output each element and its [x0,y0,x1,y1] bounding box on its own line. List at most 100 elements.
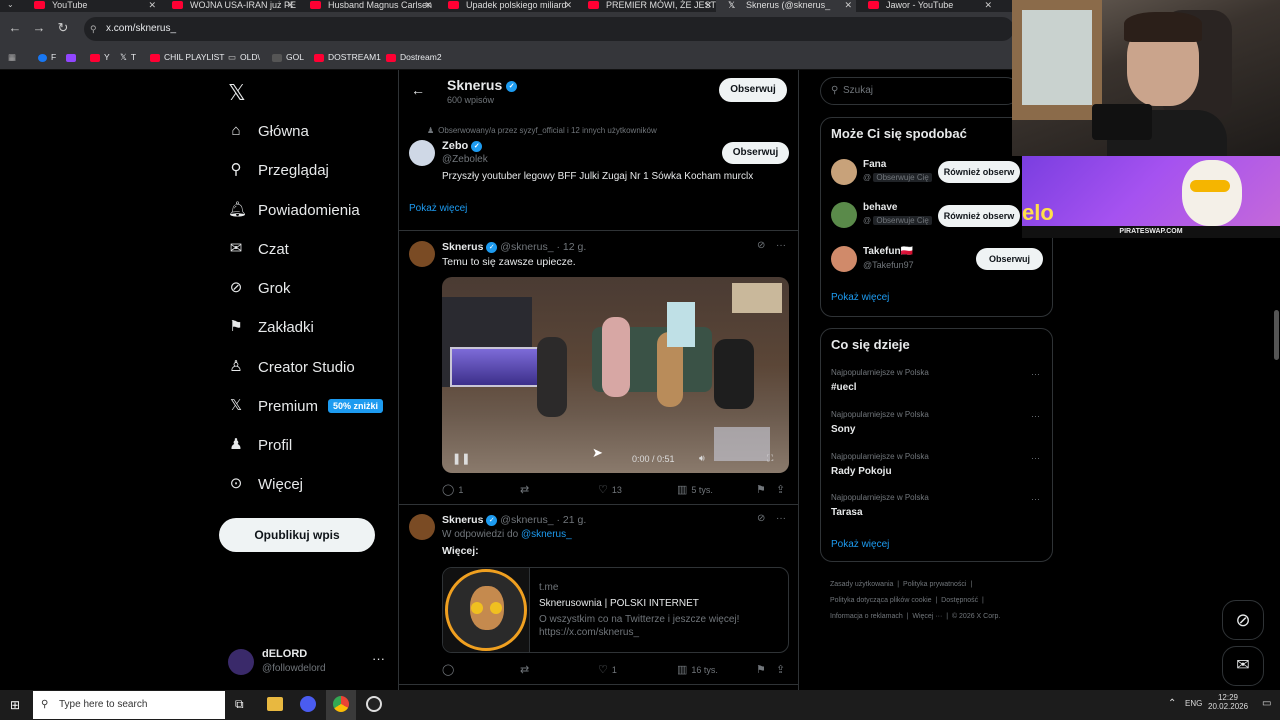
share-button[interactable]: ⇪ [776,663,789,676]
task-view-icon[interactable]: ⧉ [235,697,244,712]
mail-icon[interactable]: ✉ [1222,646,1264,686]
site-info-icon[interactable]: ⚲ [90,17,97,41]
taskbar-search[interactable]: ⚲ Type here to search [33,691,225,719]
footer-link[interactable]: Więcej ··· [912,613,942,620]
like-button[interactable]: ♡ 13 [598,483,622,496]
apps-grid-icon[interactable]: ▦ [8,52,16,63]
follow-button[interactable]: Obserwuj [719,78,787,102]
nav-more[interactable]: ⊙ Więcej [228,472,303,496]
nav-chat[interactable]: ✉ Czat [228,237,289,261]
video-player[interactable]: ❚❚ 0:00 / 0:51 🔊︎ ⛶ ➤ [442,277,789,473]
language-indicator[interactable]: ENG [1185,699,1202,708]
discord-icon[interactable] [300,696,316,712]
close-icon[interactable]: ✕ [704,0,712,10]
link-card[interactable]: t.me Sknerusownia | POLSKI INTERNET O ws… [442,567,789,653]
account-switcher[interactable]: dELORD @followdelord ··· [228,647,398,679]
nav-profile[interactable]: ♟ Profil [228,433,292,457]
obs-icon[interactable] [366,696,382,712]
close-icon[interactable]: ✕ [984,0,992,10]
like-button[interactable]: ♡ 1 [598,663,617,676]
avatar[interactable] [409,514,435,540]
reload-icon[interactable]: ↻ [54,20,72,36]
close-icon[interactable]: ✕ [424,0,432,10]
grok-icon[interactable]: ⊘ [757,513,765,524]
bookmark-item[interactable]: F [38,52,56,62]
more-dots-icon[interactable]: ··· [1031,453,1040,463]
page-scrollbar[interactable] [1274,310,1279,360]
browser-tab-active[interactable]: 𝕏 Sknerus (@sknerus_ ✕ [716,0,856,12]
close-icon[interactable]: ✕ [286,0,294,10]
nav-notifications[interactable]: 🔔︎ Powiadomienia [228,198,360,222]
taskbar-active-app[interactable] [326,690,356,720]
trend-item[interactable]: Najpopularniejsze w Polska Tarasa ··· [831,493,1041,521]
bookmark-item[interactable]: Y [90,52,110,62]
follow-back-button[interactable]: Również obserw [938,161,1020,183]
nav-grok[interactable]: ⊘ Grok [228,276,291,300]
search-box[interactable]: ⚲ Szukaj [820,77,1020,105]
views-button[interactable]: ▥ 16 tys. [677,663,718,676]
close-icon[interactable]: ✕ [844,0,852,10]
tab-search-button[interactable]: ⌄ [0,0,22,12]
browser-tab[interactable]: Upadek polskiego miliard ✕ [436,0,576,12]
close-icon[interactable]: ✕ [564,0,572,10]
avatar[interactable] [409,241,435,267]
follow-button[interactable]: Obserwuj [722,142,789,164]
windows-start-icon[interactable]: ⊞ [10,698,20,712]
suggested-user-name[interactable]: Zebo ✓ [442,140,483,152]
browser-tab[interactable]: Husband Magnus Carlsen ✕ [298,0,436,12]
footer-link[interactable]: Dostępność [941,597,978,604]
nav-explore[interactable]: ⚲ Przeglądaj [228,158,329,182]
trend-item[interactable]: Najpopularniejsze w Polska #uecl ··· [831,368,1041,396]
footer-link[interactable]: Polityka dotycząca plików cookie [830,597,932,604]
reply-to-link[interactable]: @sknerus_ [521,529,572,540]
reply-button[interactable]: ◯ 1 [442,483,463,496]
grok-icon[interactable]: ⊘ [1222,600,1264,640]
bookmark-item[interactable]: DOSTREAM1 [314,52,381,62]
browser-tab[interactable]: PREMIER MÓWI, ŻE JEST ✕ [576,0,716,12]
volume-icon[interactable]: 🔊︎ [699,453,705,464]
views-button[interactable]: ▥ 5 tys. [677,483,713,496]
post-button[interactable]: Opublikuj wpis [219,518,375,552]
more-dots-icon[interactable]: ··· [1031,494,1040,504]
close-icon[interactable]: ✕ [148,0,156,10]
bookmark-button[interactable]: ⚑ [756,483,770,496]
share-button[interactable]: ⇪ [776,483,789,496]
trend-item[interactable]: Najpopularniejsze w Polska Rady Pokoju ·… [831,452,1041,480]
url-field[interactable]: ⚲ x.com/sknerus_ [84,17,1014,41]
footer-link[interactable]: Informacja o reklamach [830,613,903,620]
browser-tab[interactable]: WOJNA USA-IRAN już PE ✕ [160,0,298,12]
footer-link[interactable]: Zasady użytkowania [830,581,893,588]
back-arrow-icon[interactable]: ← [411,82,425,98]
reply-button[interactable]: ◯ [442,663,458,676]
repost-button[interactable]: ⇄ [520,663,533,676]
bookmark-item[interactable] [66,52,80,62]
footer-link[interactable]: Polityka prywatności [903,581,966,588]
show-more-link[interactable]: Pokaż więcej [831,539,889,550]
more-dots-icon[interactable]: ··· [1031,369,1040,379]
bookmark-button[interactable]: ⚑ [756,663,770,676]
pause-icon[interactable]: ❚❚ [452,452,470,465]
show-more-link[interactable]: Pokaż więcej [831,292,889,303]
browser-tab[interactable]: Jawor - YouTube ✕ [856,0,996,12]
repost-button[interactable]: ⇄ [520,483,533,496]
more-dots-icon[interactable]: ··· [1031,411,1040,421]
fullscreen-icon[interactable]: ⛶ [767,453,773,464]
follow-back-button[interactable]: Również obserw [938,205,1020,227]
clock[interactable]: 12:29 20.02.2026 [1208,693,1248,711]
more-dots-icon[interactable]: ··· [776,513,786,524]
bookmark-item[interactable]: 𝕏T [120,52,136,63]
nav-home[interactable]: ⌂ Główna [228,119,308,143]
forward-arrow-icon[interactable]: → [30,20,48,35]
file-explorer-icon[interactable] [267,697,283,711]
browser-tab[interactable]: YouTube ✕ [22,0,160,12]
bookmark-folder[interactable]: ▭ OLD\ [228,52,260,63]
back-arrow-icon[interactable]: ← [6,20,24,35]
x-logo-icon[interactable]: 𝕏 [228,80,246,106]
trend-item[interactable]: Najpopularniejsze w Polska Sony ··· [831,410,1041,438]
nav-bookmarks[interactable]: ⚑ Zakładki [228,315,314,339]
show-more-link[interactable]: Pokaż więcej [409,203,467,214]
nav-creator-studio[interactable]: ♙ Creator Studio [228,355,354,379]
bookmark-item[interactable]: Dostream2 [386,52,442,62]
bookmark-item[interactable]: GOL [272,52,304,62]
follow-button[interactable]: Obserwuj [976,248,1043,270]
